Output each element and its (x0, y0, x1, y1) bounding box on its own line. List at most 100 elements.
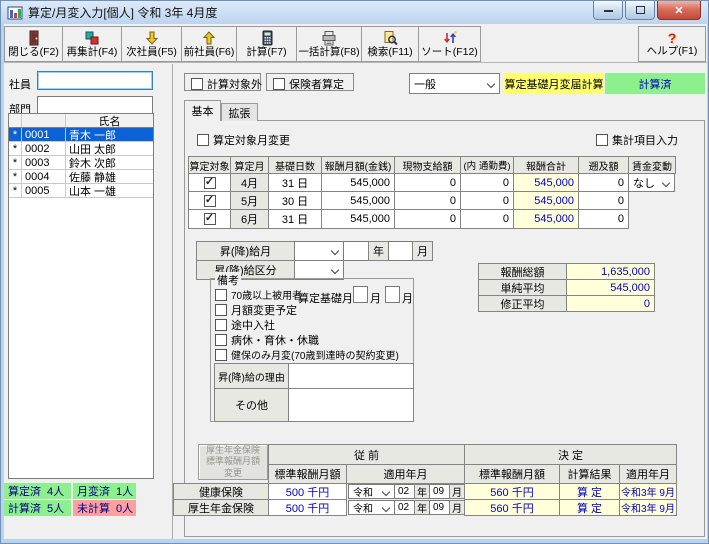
raise-reason-input[interactable] (288, 363, 414, 389)
chevron-down-icon (487, 79, 495, 87)
arrow-up-icon (201, 30, 217, 46)
summary-value: 545,000 (566, 279, 655, 296)
search-button[interactable]: 検索(F11) (361, 26, 419, 62)
midway-join-checkbox[interactable]: 途中入社 (215, 317, 275, 333)
base-month-label: 算定基礎月 (298, 290, 353, 306)
month-cell: 5月 (230, 191, 269, 210)
list-item[interactable]: * 0005 山本 一雄 (9, 184, 153, 198)
plan-change-checkbox[interactable]: 月額変更予定 (215, 302, 297, 318)
status-assessed: 算定済4人 (4, 483, 71, 499)
kenpo-only-checkbox[interactable]: 健保のみ月変(70歳到達時の契約変更) (215, 347, 399, 362)
applied-month-input[interactable] (429, 484, 450, 499)
assess-target-cell (188, 173, 231, 192)
summary-label: 報酬総額 (478, 263, 567, 280)
base-month-input-2[interactable] (385, 286, 400, 303)
chevron-down-icon (662, 178, 670, 186)
leave-checkbox[interactable]: 病休・育休・休職 (215, 332, 319, 348)
commute-cell[interactable]: 0 (460, 209, 514, 229)
raise-month-input[interactable] (388, 241, 413, 261)
applied-date: 令和3年 9月 (619, 483, 677, 500)
calc-result: 算 定 (559, 499, 620, 516)
era-select[interactable]: 令和 (348, 500, 395, 515)
name-column-header: 氏名 (66, 114, 153, 127)
sort-button[interactable]: ソート(F12) (418, 26, 481, 62)
printer-icon (321, 30, 337, 46)
base-days-cell[interactable]: 31 日 (268, 209, 322, 229)
panel-divider (172, 64, 173, 539)
in-kind-cell[interactable]: 0 (394, 191, 461, 210)
chevron-down-icon (382, 487, 390, 495)
over70-checkbox[interactable]: 70歳以上被用者 (215, 287, 302, 302)
tab-basic[interactable]: 基本 (184, 100, 221, 121)
year-suffix: 年 (414, 500, 430, 515)
raise-kind-select[interactable] (294, 260, 344, 280)
calc-status-badge: 計算済 (605, 73, 705, 94)
batch-calculate-button[interactable]: 一括計算(F8) (296, 26, 362, 62)
sub-header: 適用年月 (619, 464, 677, 484)
insurer-checkbox[interactable]: 保険者算定 (273, 76, 344, 92)
in-kind-cell[interactable]: 0 (394, 173, 461, 192)
exclude-checkbox[interactable]: 計算対象外 (191, 76, 262, 92)
checkbox (191, 78, 203, 90)
arrow-down-icon (144, 30, 160, 46)
checkbox (596, 134, 608, 146)
salary-cell[interactable]: 545,000 (321, 173, 395, 192)
checked-checkbox[interactable] (204, 177, 216, 189)
commute-cell[interactable]: 0 (460, 173, 514, 192)
month-suffix: 月 (412, 241, 433, 261)
col-header: 現物支給額 (394, 156, 461, 174)
in-kind-cell[interactable]: 0 (394, 209, 461, 229)
retro-cell[interactable]: 0 (578, 173, 629, 192)
applied-year-input[interactable] (394, 500, 415, 515)
base-month-input-1[interactable] (353, 286, 368, 303)
maximize-button[interactable] (625, 1, 655, 20)
close-button[interactable]: ✕ (657, 1, 701, 20)
aggregate-input-checkbox[interactable]: 集計項目入力 (596, 132, 678, 148)
calc-result: 算 定 (559, 483, 620, 500)
raise-year-input[interactable] (343, 241, 369, 261)
help-button[interactable]: ? ヘルプ(F1) (638, 26, 706, 62)
col-header: 算定月 (230, 156, 269, 174)
retro-cell[interactable]: 0 (578, 209, 629, 229)
checkbox (215, 289, 227, 301)
decision-group-header: 決 定 (464, 444, 677, 465)
row-label-pension: 厚生年金保険 (173, 499, 269, 516)
calculate-button[interactable]: 計算(F7) (236, 26, 297, 62)
target-month-change-checkbox[interactable]: 算定対象月変更 (197, 132, 290, 148)
prev-amount: 500 千円 (268, 483, 347, 500)
checked-checkbox[interactable] (204, 195, 216, 207)
pension-amount-change-button[interactable]: 厚生年金保険 標準報酬月額 変更 (198, 444, 268, 480)
summary-label: 修正平均 (478, 295, 567, 312)
recalc-button[interactable]: 再集計(F4) (62, 26, 122, 62)
applied-month-input[interactable] (429, 500, 450, 515)
employee-code-input[interactable] (37, 71, 153, 90)
help-icon: ? (668, 31, 677, 45)
close-form-button[interactable]: 閉じる(F2) (4, 26, 63, 62)
assess-target-cell (188, 191, 231, 210)
prev-amount: 500 千円 (268, 499, 347, 516)
sub-header: 標準報酬月額 (464, 464, 560, 484)
total-cell: 545,000 (513, 209, 579, 229)
month-suffix: 月 (370, 290, 381, 306)
year-suffix: 年 (414, 484, 430, 499)
other-input[interactable] (288, 388, 414, 422)
wage-change-select[interactable]: なし (628, 173, 675, 192)
prev-employee-button[interactable]: 前社員(F6) (181, 26, 237, 62)
base-days-cell[interactable]: 31 日 (268, 173, 322, 192)
raise-month-select[interactable] (294, 241, 344, 261)
commute-cell[interactable]: 0 (460, 191, 514, 210)
applied-year-input[interactable] (394, 484, 415, 499)
era-select[interactable]: 令和 (348, 484, 395, 499)
tab-extended[interactable]: 拡張 (221, 103, 258, 121)
base-days-cell[interactable]: 30 日 (268, 191, 322, 210)
sub-header: 適用年月 (346, 464, 465, 484)
minimize-button[interactable] (593, 1, 623, 20)
next-employee-button[interactable]: 次社員(F5) (121, 26, 182, 62)
salary-cell[interactable]: 545,000 (321, 191, 395, 210)
category-select[interactable]: 一般 (409, 73, 500, 94)
chevron-down-icon (331, 247, 339, 255)
decision-amount: 560 千円 (464, 483, 560, 500)
checked-checkbox[interactable] (204, 213, 216, 225)
retro-cell[interactable]: 0 (578, 191, 629, 210)
salary-cell[interactable]: 545,000 (321, 209, 395, 229)
